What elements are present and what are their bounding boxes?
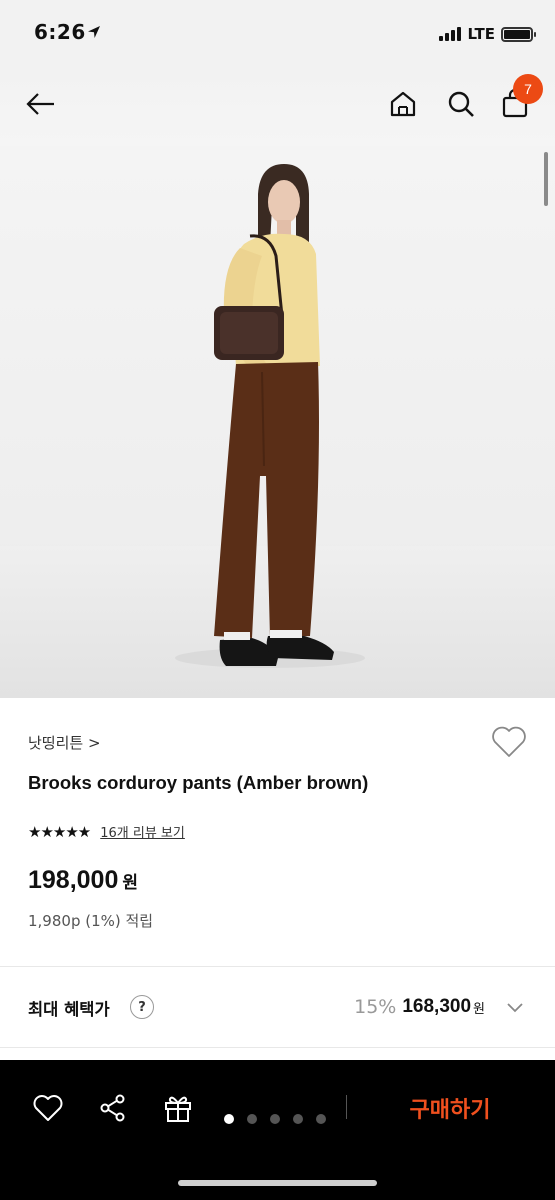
image-pager[interactable] — [224, 1114, 326, 1124]
bottom-bar: 구매하기 — [0, 1060, 555, 1200]
status-time: 6:26 — [34, 20, 86, 44]
pager-dot[interactable] — [247, 1114, 257, 1124]
buy-button[interactable]: 구매하기 — [370, 1088, 530, 1128]
points-text: 1,980p (1%) 적립 — [28, 912, 154, 930]
gift-button[interactable] — [158, 1088, 198, 1128]
benefit-row[interactable]: 최대 혜택가 ? 15% 168,300 원 — [0, 967, 555, 1047]
wishlist-bottom-button[interactable] — [28, 1088, 68, 1128]
signal-icon — [439, 27, 462, 41]
network-label: LTE — [467, 25, 495, 43]
rating: ★★★★★ 16개 리뷰 보기 — [28, 822, 185, 842]
benefit-label: 최대 혜택가 — [28, 1000, 110, 1019]
benefit-unit: 원 — [473, 1001, 485, 1017]
scroll-indicator[interactable] — [544, 152, 548, 206]
home-button[interactable] — [383, 84, 423, 124]
price-value: 198,000 — [28, 866, 119, 894]
divider — [0, 1047, 555, 1048]
discount-rate: 15% — [354, 996, 397, 1018]
brand-link[interactable]: 낫띵리튼 > — [28, 732, 101, 753]
product-info: 낫띵리튼 > Brooks corduroy pants (Amber brow… — [0, 698, 555, 966]
pager-dot[interactable] — [270, 1114, 280, 1124]
status-indicators: LTE — [439, 24, 536, 44]
heart-icon — [33, 1095, 63, 1121]
share-icon — [100, 1094, 125, 1122]
price: 198,000 원 — [28, 866, 138, 895]
status-bar: 6:26 LTE — [0, 0, 555, 68]
model-photo — [0, 164, 555, 698]
divider — [346, 1095, 347, 1119]
battery-icon — [501, 26, 536, 42]
pager-dot[interactable] — [293, 1114, 303, 1124]
top-nav: 7 — [0, 68, 555, 146]
pager-dot[interactable] — [316, 1114, 326, 1124]
search-button[interactable] — [441, 84, 481, 124]
benefit-price: 168,300 — [402, 996, 472, 1017]
gift-icon — [165, 1096, 191, 1122]
wishlist-button[interactable] — [490, 724, 528, 760]
review-link[interactable]: 16개 리뷰 보기 — [100, 822, 185, 841]
pager-dot[interactable] — [224, 1114, 234, 1124]
home-icon — [390, 91, 416, 117]
heart-icon — [492, 726, 526, 757]
location-arrow-icon — [88, 26, 100, 38]
chevron-down-icon[interactable] — [503, 995, 527, 1019]
price-unit: 원 — [122, 873, 139, 893]
share-button[interactable] — [93, 1088, 133, 1128]
cart-button[interactable]: 7 — [495, 74, 543, 124]
benefit-summary: 15% 168,300 원 — [354, 995, 527, 1019]
help-button[interactable]: ? — [130, 995, 154, 1019]
back-button[interactable] — [20, 84, 60, 124]
cart-count-badge: 7 — [513, 74, 543, 104]
home-indicator[interactable] — [178, 1180, 377, 1186]
product-name: Brooks corduroy pants (Amber brown) — [28, 772, 369, 793]
rating-stars: ★★★★★ — [28, 822, 91, 841]
search-icon — [448, 91, 474, 117]
product-image[interactable] — [0, 146, 555, 698]
back-icon — [26, 93, 54, 115]
